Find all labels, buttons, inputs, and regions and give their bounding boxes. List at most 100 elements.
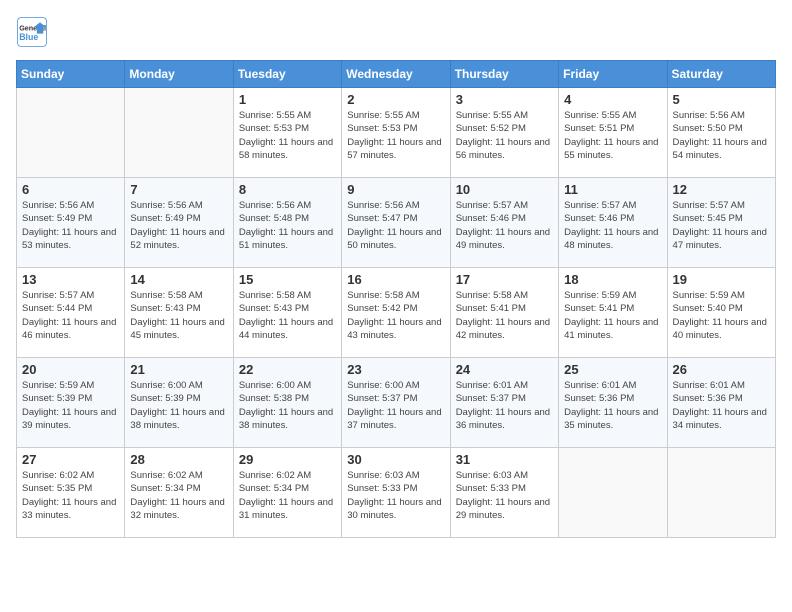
calendar-cell: 22 Sunrise: 6:00 AMSunset: 5:38 PMDayligh… bbox=[233, 358, 341, 448]
weekday-header-sunday: Sunday bbox=[17, 61, 125, 88]
day-number: 27 bbox=[22, 452, 119, 467]
weekday-header-monday: Monday bbox=[125, 61, 233, 88]
day-number: 26 bbox=[673, 362, 770, 377]
cell-details: Sunrise: 5:57 AMSunset: 5:46 PMDaylight:… bbox=[456, 199, 553, 252]
weekday-header-tuesday: Tuesday bbox=[233, 61, 341, 88]
day-number: 31 bbox=[456, 452, 553, 467]
cell-details: Sunrise: 6:01 AMSunset: 5:37 PMDaylight:… bbox=[456, 379, 553, 432]
weekday-header-friday: Friday bbox=[559, 61, 667, 88]
day-number: 13 bbox=[22, 272, 119, 287]
cell-details: Sunrise: 6:02 AMSunset: 5:34 PMDaylight:… bbox=[239, 469, 336, 522]
cell-details: Sunrise: 6:02 AMSunset: 5:34 PMDaylight:… bbox=[130, 469, 227, 522]
day-number: 1 bbox=[239, 92, 336, 107]
calendar-cell: 13 Sunrise: 5:57 AMSunset: 5:44 PMDayligh… bbox=[17, 268, 125, 358]
calendar-cell: 20Sunrise: 5:59 AMSunset: 5:39 PMDayligh… bbox=[17, 358, 125, 448]
calendar-cell: 12 Sunrise: 5:57 AMSunset: 5:45 PMDayligh… bbox=[667, 178, 775, 268]
cell-details: Sunrise: 5:57 AMSunset: 5:44 PMDaylight:… bbox=[22, 289, 119, 342]
day-number: 7 bbox=[130, 182, 227, 197]
day-number: 11 bbox=[564, 182, 661, 197]
calendar-table: SundayMondayTuesdayWednesdayThursdayFrid… bbox=[16, 60, 776, 538]
day-number: 23 bbox=[347, 362, 444, 377]
calendar-cell: 18 Sunrise: 5:59 AMSunset: 5:41 PMDayligh… bbox=[559, 268, 667, 358]
day-number: 29 bbox=[239, 452, 336, 467]
cell-details: Sunrise: 5:55 AMSunset: 5:53 PMDaylight:… bbox=[347, 109, 444, 162]
cell-details: Sunrise: 5:55 AMSunset: 5:51 PMDaylight:… bbox=[564, 109, 661, 162]
cell-details: Sunrise: 5:56 AMSunset: 5:49 PMDaylight:… bbox=[22, 199, 119, 252]
cell-details: Sunrise: 6:00 AMSunset: 5:37 PMDaylight:… bbox=[347, 379, 444, 432]
day-number: 24 bbox=[456, 362, 553, 377]
cell-details: Sunrise: 6:01 AMSunset: 5:36 PMDaylight:… bbox=[673, 379, 770, 432]
cell-details: Sunrise: 5:58 AMSunset: 5:41 PMDaylight:… bbox=[456, 289, 553, 342]
day-number: 3 bbox=[456, 92, 553, 107]
calendar-cell bbox=[559, 448, 667, 538]
day-number: 5 bbox=[673, 92, 770, 107]
cell-details: Sunrise: 6:00 AMSunset: 5:39 PMDaylight:… bbox=[130, 379, 227, 432]
day-number: 6 bbox=[22, 182, 119, 197]
cell-details: Sunrise: 5:58 AMSunset: 5:43 PMDaylight:… bbox=[130, 289, 227, 342]
calendar-cell: 16 Sunrise: 5:58 AMSunset: 5:42 PMDayligh… bbox=[342, 268, 450, 358]
calendar-cell: 7 Sunrise: 5:56 AMSunset: 5:49 PMDaylight… bbox=[125, 178, 233, 268]
calendar-cell: 27 Sunrise: 6:02 AMSunset: 5:35 PMDayligh… bbox=[17, 448, 125, 538]
day-number: 16 bbox=[347, 272, 444, 287]
calendar-cell: 1 Sunrise: 5:55 AMSunset: 5:53 PMDaylight… bbox=[233, 88, 341, 178]
day-number: 15 bbox=[239, 272, 336, 287]
calendar-cell: 10 Sunrise: 5:57 AMSunset: 5:46 PMDayligh… bbox=[450, 178, 558, 268]
calendar-cell: 2 Sunrise: 5:55 AMSunset: 5:53 PMDaylight… bbox=[342, 88, 450, 178]
day-number: 30 bbox=[347, 452, 444, 467]
calendar-cell bbox=[667, 448, 775, 538]
calendar-cell: 24 Sunrise: 6:01 AMSunset: 5:37 PMDayligh… bbox=[450, 358, 558, 448]
cell-details: Sunrise: 5:56 AMSunset: 5:49 PMDaylight:… bbox=[130, 199, 227, 252]
svg-text:Blue: Blue bbox=[19, 32, 38, 42]
day-number: 2 bbox=[347, 92, 444, 107]
calendar-cell: 29 Sunrise: 6:02 AMSunset: 5:34 PMDayligh… bbox=[233, 448, 341, 538]
day-number: 25 bbox=[564, 362, 661, 377]
cell-details: Sunrise: 5:59 AMSunset: 5:41 PMDaylight:… bbox=[564, 289, 661, 342]
day-number: 28 bbox=[130, 452, 227, 467]
logo-icon: General Blue bbox=[16, 16, 48, 48]
day-number: 10 bbox=[456, 182, 553, 197]
calendar-cell: 21Sunrise: 6:00 AMSunset: 5:39 PMDayligh… bbox=[125, 358, 233, 448]
day-number: 8 bbox=[239, 182, 336, 197]
cell-details: Sunrise: 5:57 AMSunset: 5:46 PMDaylight:… bbox=[564, 199, 661, 252]
day-number: 19 bbox=[673, 272, 770, 287]
calendar-cell bbox=[17, 88, 125, 178]
weekday-header-thursday: Thursday bbox=[450, 61, 558, 88]
cell-details: Sunrise: 5:56 AMSunset: 5:47 PMDaylight:… bbox=[347, 199, 444, 252]
calendar-cell: 31 Sunrise: 6:03 AMSunset: 5:33 PMDayligh… bbox=[450, 448, 558, 538]
cell-details: Sunrise: 5:58 AMSunset: 5:42 PMDaylight:… bbox=[347, 289, 444, 342]
cell-details: Sunrise: 6:02 AMSunset: 5:35 PMDaylight:… bbox=[22, 469, 119, 522]
calendar-cell: 5 Sunrise: 5:56 AMSunset: 5:50 PMDaylight… bbox=[667, 88, 775, 178]
calendar-cell: 4 Sunrise: 5:55 AMSunset: 5:51 PMDaylight… bbox=[559, 88, 667, 178]
cell-details: Sunrise: 5:55 AMSunset: 5:52 PMDaylight:… bbox=[456, 109, 553, 162]
calendar-cell: 11 Sunrise: 5:57 AMSunset: 5:46 PMDayligh… bbox=[559, 178, 667, 268]
calendar-cell: 26 Sunrise: 6:01 AMSunset: 5:36 PMDayligh… bbox=[667, 358, 775, 448]
logo: General Blue bbox=[16, 16, 48, 48]
day-number: 18 bbox=[564, 272, 661, 287]
cell-details: Sunrise: 6:03 AMSunset: 5:33 PMDaylight:… bbox=[456, 469, 553, 522]
page-header: General Blue bbox=[16, 16, 776, 48]
calendar-cell: 3 Sunrise: 5:55 AMSunset: 5:52 PMDaylight… bbox=[450, 88, 558, 178]
calendar-cell: 25Sunrise: 6:01 AMSunset: 5:36 PMDayligh… bbox=[559, 358, 667, 448]
cell-details: Sunrise: 6:03 AMSunset: 5:33 PMDaylight:… bbox=[347, 469, 444, 522]
cell-details: Sunrise: 6:00 AMSunset: 5:38 PMDaylight:… bbox=[239, 379, 336, 432]
day-number: 12 bbox=[673, 182, 770, 197]
calendar-cell: 30 Sunrise: 6:03 AMSunset: 5:33 PMDayligh… bbox=[342, 448, 450, 538]
calendar-cell: 23 Sunrise: 6:00 AMSunset: 5:37 PMDayligh… bbox=[342, 358, 450, 448]
calendar-cell: 9 Sunrise: 5:56 AMSunset: 5:47 PMDaylight… bbox=[342, 178, 450, 268]
weekday-header-saturday: Saturday bbox=[667, 61, 775, 88]
cell-details: Sunrise: 5:56 AMSunset: 5:50 PMDaylight:… bbox=[673, 109, 770, 162]
calendar-cell: 15Sunrise: 5:58 AMSunset: 5:43 PMDayligh… bbox=[233, 268, 341, 358]
calendar-cell bbox=[125, 88, 233, 178]
calendar-cell: 14Sunrise: 5:58 AMSunset: 5:43 PMDayligh… bbox=[125, 268, 233, 358]
calendar-cell: 6 Sunrise: 5:56 AMSunset: 5:49 PMDaylight… bbox=[17, 178, 125, 268]
day-number: 17 bbox=[456, 272, 553, 287]
cell-details: Sunrise: 5:55 AMSunset: 5:53 PMDaylight:… bbox=[239, 109, 336, 162]
calendar-cell: 8Sunrise: 5:56 AMSunset: 5:48 PMDaylight… bbox=[233, 178, 341, 268]
day-number: 4 bbox=[564, 92, 661, 107]
calendar-cell: 17 Sunrise: 5:58 AMSunset: 5:41 PMDayligh… bbox=[450, 268, 558, 358]
calendar-cell: 28 Sunrise: 6:02 AMSunset: 5:34 PMDayligh… bbox=[125, 448, 233, 538]
day-number: 22 bbox=[239, 362, 336, 377]
cell-details: Sunrise: 5:59 AMSunset: 5:40 PMDaylight:… bbox=[673, 289, 770, 342]
day-number: 9 bbox=[347, 182, 444, 197]
cell-details: Sunrise: 5:57 AMSunset: 5:45 PMDaylight:… bbox=[673, 199, 770, 252]
